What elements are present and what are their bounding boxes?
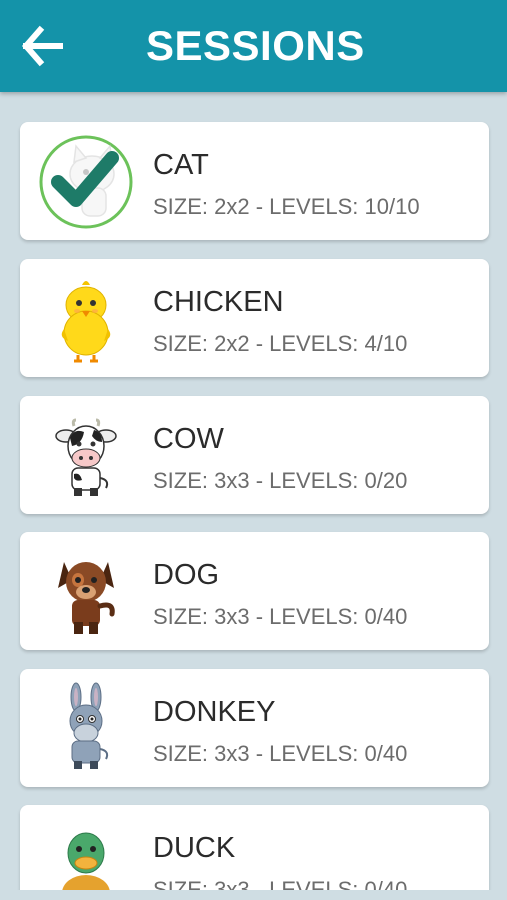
session-card-cow[interactable]: COW SIZE: 3x3 - LEVELS: 0/20: [20, 396, 489, 514]
donkey-icon: [69, 682, 109, 769]
session-card-chicken[interactable]: CHICKEN SIZE: 2x2 - LEVELS: 4/10: [20, 259, 489, 377]
session-info: SIZE: 3x3 - LEVELS: 0/40: [153, 741, 408, 766]
session-card-dog[interactable]: DOG SIZE: 3x3 - LEVELS: 0/40: [20, 532, 489, 650]
dog-icon: [58, 562, 115, 634]
cow-icon: [55, 418, 117, 496]
session-name: DOG: [153, 559, 220, 591]
session-card-duck[interactable]: DUCK SIZE: 3x3 - LEVELS: 0/40: [20, 805, 489, 890]
sessions-list[interactable]: CAT SIZE: 2x2 - LEVELS: 10/10 CHICKEN SI…: [0, 92, 507, 890]
app-bar: SESSIONS: [0, 0, 507, 92]
page-title: SESSIONS: [146, 22, 365, 69]
session-info: SIZE: 2x2 - LEVELS: 4/10: [153, 331, 408, 356]
session-info: SIZE: 3x3 - LEVELS: 0/40: [153, 877, 408, 890]
duck-icon: [62, 832, 110, 890]
session-name: DONKEY: [153, 696, 276, 728]
session-info: SIZE: 2x2 - LEVELS: 10/10: [153, 194, 420, 219]
arrow-left-icon: [22, 25, 63, 67]
session-info: SIZE: 3x3 - LEVELS: 0/40: [153, 604, 408, 629]
cat-icon: [39, 135, 133, 229]
session-name: COW: [153, 423, 224, 455]
back-button[interactable]: [14, 16, 78, 76]
session-info: SIZE: 3x3 - LEVELS: 0/20: [153, 468, 408, 493]
chicken-icon: [61, 281, 111, 363]
session-name: CHICKEN: [153, 286, 284, 318]
session-card-donkey[interactable]: DONKEY SIZE: 3x3 - LEVELS: 0/40: [20, 669, 489, 787]
session-name: DUCK: [153, 832, 236, 864]
bottom-edge: [0, 890, 507, 900]
session-name: CAT: [153, 149, 209, 181]
session-card-cat[interactable]: CAT SIZE: 2x2 - LEVELS: 10/10: [20, 122, 489, 240]
